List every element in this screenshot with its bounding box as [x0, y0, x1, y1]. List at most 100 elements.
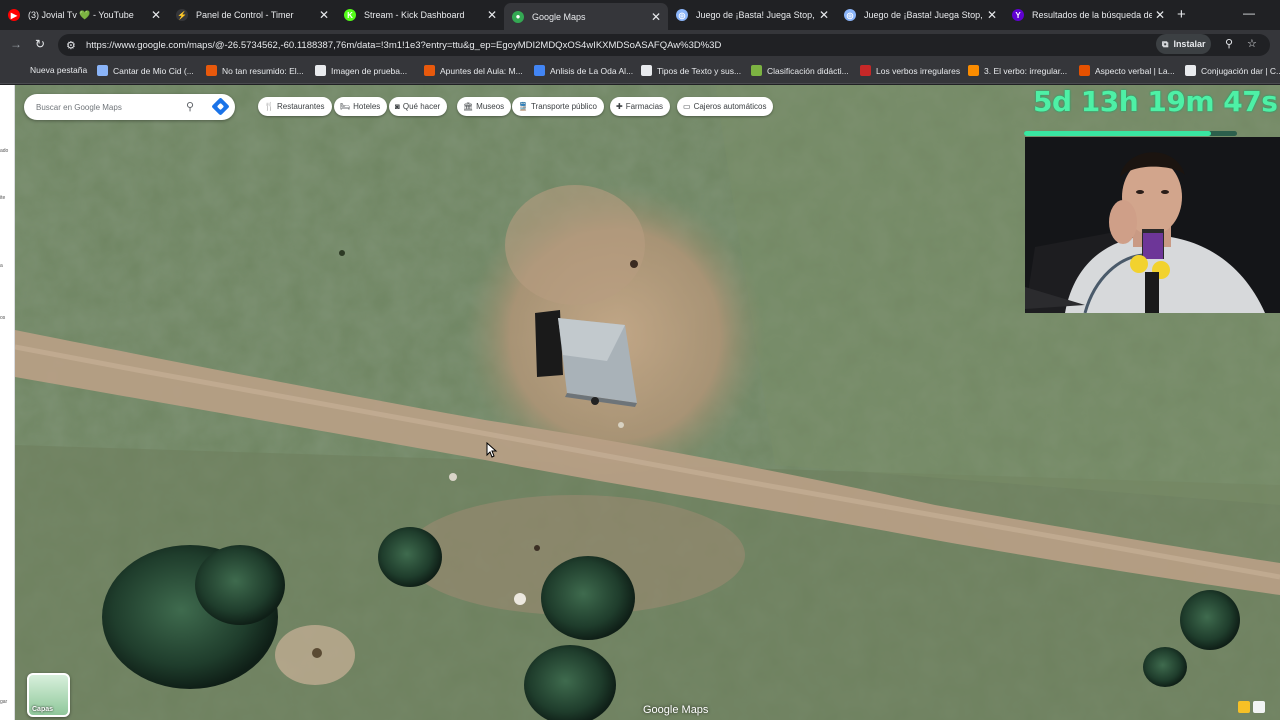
map-search-box[interactable]: ⚲: [24, 94, 235, 120]
bookmark-item[interactable]: Cantar de Mio Cid (...: [97, 65, 194, 76]
bookmark-icon: [1185, 65, 1196, 76]
bookmark-item[interactable]: Imagen de prueba...: [315, 65, 407, 76]
mouse-cursor-icon: [486, 442, 498, 458]
bookmark-item[interactable]: Clasificación didácti...: [751, 65, 849, 76]
youtube-icon: ▶: [8, 9, 20, 21]
bookmark-item[interactable]: Apuntes del Aula: M...: [424, 65, 523, 76]
tab-6[interactable]: ◎ Juego de ¡Basta! Juega Stop, Tu…✕: [836, 4, 1004, 26]
kick-icon: K: [344, 9, 356, 21]
bookmark-label: Conjugación dar | C...: [1201, 65, 1280, 76]
address-bar[interactable]: ⚙ https://www.google.com/maps/@-26.57345…: [58, 34, 1270, 56]
bookmarks-bar: Nueva pestaña Cantar de Mio Cid (... No ta…: [0, 60, 1280, 84]
close-tab-icon[interactable]: ✕: [316, 8, 332, 22]
bookmark-icon: [97, 65, 108, 76]
bookmark-icon: [860, 65, 871, 76]
tab-title: Panel de Control - Timer: [196, 10, 294, 20]
url-text: https://www.google.com/maps/@-26.5734562…: [86, 39, 722, 51]
install-icon: ⧉: [1162, 38, 1169, 49]
bookmark-label: Aspecto verbal | La...: [1095, 65, 1175, 76]
chip-cajeros-automáticos[interactable]: ▭ Cajeros automáticos: [677, 97, 774, 116]
screen-icon[interactable]: [1253, 701, 1265, 713]
bookmark-item[interactable]: Anlisis de La Oda Al...: [534, 65, 633, 76]
tab-4[interactable]: ● Google Maps ✕: [504, 3, 668, 30]
bookmark-item[interactable]: Nueva pestaña: [14, 65, 87, 75]
chip-restaurantes[interactable]: 🍴 Restaurantes: [258, 97, 332, 116]
tab-bar: ▶ (3) Jovial Tv 💚 - YouTube ✕ ⚡ Panel de Con…: [0, 0, 1280, 30]
chip-label: Hoteles: [353, 102, 381, 111]
tab-7[interactable]: Y Resultados de la búsqueda de … ✕: [1004, 4, 1172, 26]
pegman-icon[interactable]: [1238, 701, 1250, 713]
search-icon[interactable]: ⚲: [186, 100, 194, 113]
layers-label: Capas: [32, 706, 54, 713]
bookmark-icon: [751, 65, 762, 76]
bookmark-label: Apuntes del Aula: M...: [440, 65, 523, 76]
bookmark-label: Clasificación didácti...: [767, 65, 849, 76]
bookmark-item[interactable]: Conjugación dar | C...: [1185, 65, 1280, 76]
tray-icons: [1238, 701, 1265, 713]
maps-icon: ●: [512, 10, 524, 23]
close-tab-icon[interactable]: ✕: [984, 8, 1000, 22]
tab-title: Juego de ¡Basta! Juega Stop, Tu…: [696, 10, 816, 20]
chip-label: Qué hacer: [402, 102, 441, 111]
chip-label: Farmacias: [625, 102, 664, 111]
countdown-timer: 5d 13h 19m 47s: [1033, 85, 1278, 118]
forward-icon[interactable]: →: [10, 37, 22, 51]
bookmark-label: Los verbos irregulares: [876, 65, 961, 76]
bookmark-icon: [315, 65, 326, 76]
close-tab-icon[interactable]: ✕: [816, 8, 832, 22]
tab-title: Resultados de la búsqueda de …: [1032, 10, 1152, 20]
timer-icon: ⚡: [176, 9, 188, 21]
new-tab-button[interactable]: +: [1177, 6, 1186, 23]
bookmark-star-icon[interactable]: ☆: [1247, 37, 1257, 50]
timer-progress-fill: [1024, 131, 1212, 136]
timer-progress-bar: [1024, 131, 1237, 136]
tab-1[interactable]: ▶ (3) Jovial Tv 💚 - YouTube ✕: [0, 4, 168, 26]
bookmark-item[interactable]: No tan resumido: El...: [206, 65, 304, 76]
chip-transporte-público[interactable]: 🚆 Transporte público: [512, 97, 604, 116]
directions-icon[interactable]: [211, 97, 230, 116]
close-tab-icon[interactable]: ✕: [1152, 8, 1168, 22]
bookmark-item[interactable]: Aspecto verbal | La...: [1079, 65, 1175, 76]
bookmark-item[interactable]: Tipos de Texto y sus...: [641, 65, 741, 76]
transit-icon: 🚆: [518, 102, 528, 111]
bookmark-icon: [206, 65, 217, 76]
bookmark-label: Imagen de prueba...: [331, 65, 408, 76]
search-input[interactable]: [36, 102, 176, 112]
layers-button[interactable]: Capas: [27, 673, 70, 717]
yahoo-icon: Y: [1012, 9, 1024, 21]
bookmark-label: Anlisis de La Oda Al...: [550, 65, 634, 76]
camera-icon: ◙: [395, 102, 400, 111]
minimize-icon[interactable]: —: [1243, 6, 1255, 20]
bookmark-label: 3. El verbo: irregular...: [984, 65, 1068, 76]
bookmark-item[interactable]: Los verbos irregulares: [860, 65, 960, 76]
bookmark-icon: [968, 65, 979, 76]
chip-museos[interactable]: 🏛 Museos: [457, 97, 512, 116]
chip-label: Restaurantes: [276, 102, 325, 111]
page-content: ado ite a os gar Buscar en Google Maps ⚲…: [0, 85, 1280, 720]
chip-farmacias[interactable]: ✚ Farmacias: [610, 97, 671, 116]
tab-title: Stream - Kick Dashboard: [364, 10, 465, 20]
bookmark-icon: [534, 65, 545, 76]
browser-toolbar: → ↻ ⚙ https://www.google.com/maps/@-26.5…: [0, 30, 1280, 60]
tab-2[interactable]: ⚡ Panel de Control - Timer ✕: [168, 4, 336, 26]
tab-5[interactable]: ◎ Juego de ¡Basta! Juega Stop, Tu…✕: [668, 4, 836, 26]
bookmark-label: Tipos de Texto y sus...: [657, 65, 742, 76]
site-info-icon[interactable]: ⚙: [66, 39, 82, 52]
close-tab-icon[interactable]: ✕: [148, 8, 164, 22]
google-maps-logo: Google Maps: [643, 704, 709, 716]
close-tab-icon[interactable]: ✕: [648, 10, 664, 24]
bookmark-item[interactable]: 3. El verbo: irregular...: [968, 65, 1067, 76]
install-button[interactable]: ⧉ Instalar: [1156, 34, 1212, 54]
bookmark-label: No tan resumido: El...: [222, 65, 304, 76]
chip-qué-hacer[interactable]: ◙ Qué hacer: [389, 97, 448, 116]
bookmark-icon: [641, 65, 652, 76]
chip-hoteles[interactable]: 🛏 Hoteles: [334, 97, 388, 116]
bookmark-label: Cantar de Mio Cid (...: [113, 65, 194, 76]
zoom-icon[interactable]: ⚲: [1225, 37, 1233, 50]
hotel-icon: 🛏: [340, 102, 351, 111]
reload-icon[interactable]: ↻: [35, 37, 45, 51]
bookmark-icon: [424, 65, 435, 76]
tab-3[interactable]: K Stream - Kick Dashboard ✕: [336, 4, 504, 26]
close-tab-icon[interactable]: ✕: [484, 8, 500, 22]
globe-icon: ◎: [676, 9, 688, 21]
